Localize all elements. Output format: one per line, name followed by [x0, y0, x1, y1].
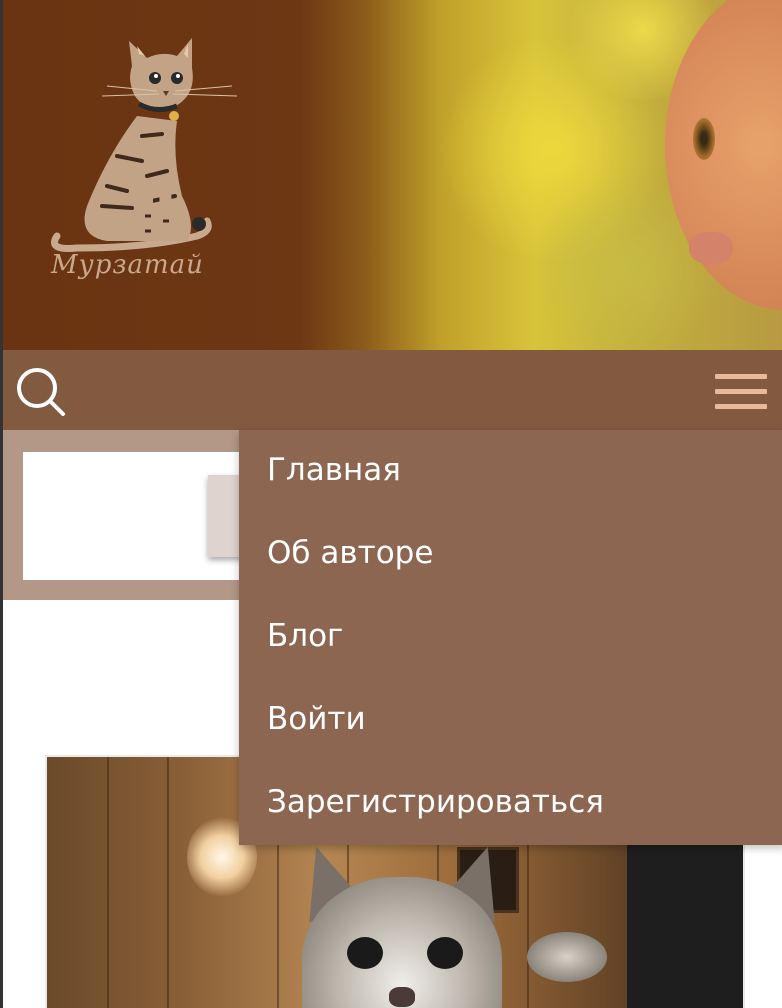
menu-bar — [715, 374, 767, 379]
menu-bar — [715, 404, 767, 409]
menu-item-login[interactable]: Войти — [267, 701, 366, 737]
page: Мурзатай Главная Об авторе Блог Войти За… — [0, 0, 782, 1008]
header-banner: Мурзатай — [3, 0, 782, 350]
cat-eye-right — [427, 937, 463, 969]
menu-item-home[interactable]: Главная — [267, 452, 401, 488]
wood-plank-line — [167, 757, 169, 1008]
site-logo-cat-illustration[interactable] — [47, 36, 247, 286]
desk-lamp — [527, 932, 607, 982]
site-logo-text[interactable]: Мурзатай — [51, 250, 204, 280]
cat-eye-left — [347, 937, 383, 969]
banner-cat-eye — [693, 118, 715, 160]
menu-item-register[interactable]: Зарегистрироваться — [267, 784, 604, 820]
cat-nose — [389, 987, 415, 1007]
menu-bar — [715, 389, 767, 394]
hamburger-menu-icon[interactable] — [715, 372, 771, 412]
top-navbar — [3, 350, 782, 430]
banner-cat-nose — [689, 232, 733, 264]
menu-item-blog[interactable]: Блог — [267, 618, 343, 654]
search-icon[interactable] — [13, 364, 69, 420]
nav-dropdown-menu: Главная Об авторе Блог Войти Зарегистрир… — [239, 430, 782, 845]
wood-plank-line — [107, 757, 109, 1008]
menu-item-about-author[interactable]: Об авторе — [267, 535, 433, 571]
